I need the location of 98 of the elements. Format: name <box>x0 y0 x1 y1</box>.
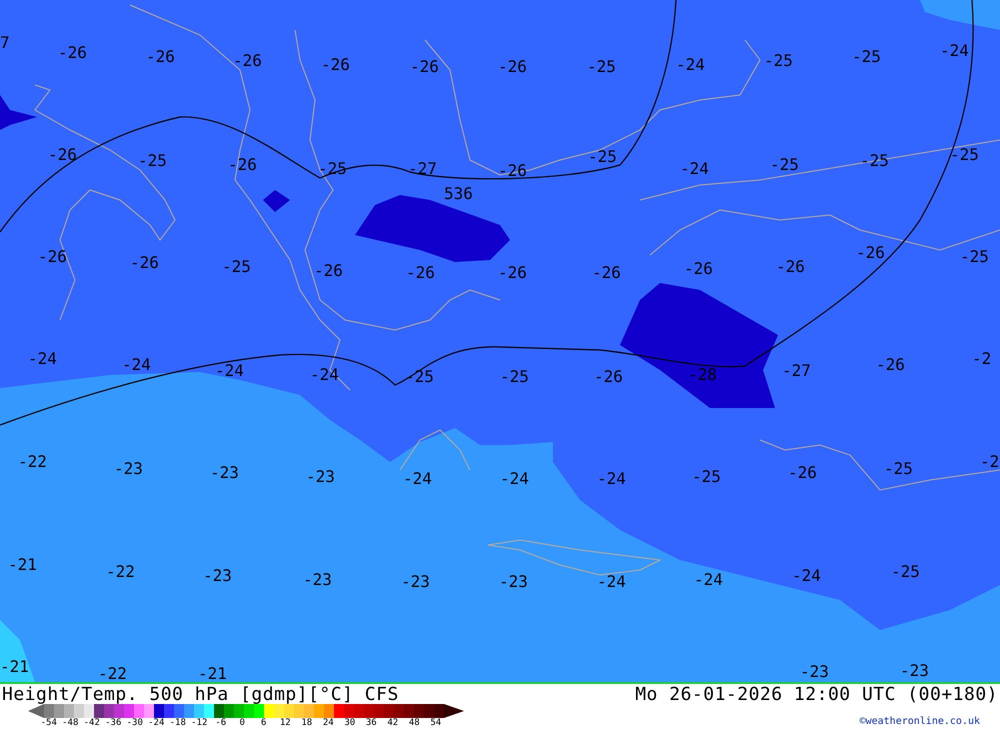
temperature-label: -26 <box>406 264 435 282</box>
temperature-label: -25 <box>960 248 989 266</box>
temperature-label: -2 <box>972 350 992 368</box>
temperature-label: -27 <box>782 362 811 380</box>
credit-link[interactable]: ©weatheronline.co.uk <box>860 716 980 727</box>
scale-tick-label: -24 <box>147 718 166 728</box>
temperature-label: -26 <box>684 260 713 278</box>
temperature-label: -26 <box>38 248 67 266</box>
temperature-label: -24 <box>215 362 244 380</box>
temperature-label: -25 <box>500 368 529 386</box>
temperature-label: -24 <box>500 470 529 488</box>
cold-region <box>0 95 37 130</box>
temperature-label: 7 <box>0 34 10 52</box>
temperature-label: -26 <box>876 356 905 374</box>
temperature-label: -24 <box>403 470 432 488</box>
scale-tick-label: -42 <box>82 718 101 728</box>
temperature-label: -22 <box>18 453 47 471</box>
scale-tick-label: -6 <box>214 718 228 728</box>
temperature-label: -21 <box>0 658 29 676</box>
temperature-label: -24 <box>676 56 705 74</box>
scale-tick-label: 48 <box>408 718 421 728</box>
scale-tick-label: 18 <box>300 718 314 728</box>
scale-tick-label: 6 <box>260 718 268 728</box>
scale-tick-label: -12 <box>190 718 208 728</box>
scale-arrow-icon <box>444 704 464 718</box>
temperature-label: -26 <box>498 162 527 180</box>
temperature-label: -26 <box>498 264 527 282</box>
temperature-label: -25 <box>588 148 617 166</box>
valid-time: Mo 26-01-2026 12:00 UTC (00+180) <box>635 684 998 704</box>
scale-tick-label: -36 <box>104 718 122 728</box>
temperature-label: -24 <box>122 356 151 374</box>
temperature-label: -25 <box>222 258 251 276</box>
temperature-label: -23 <box>401 573 430 591</box>
contour-label: 536 <box>444 185 473 203</box>
temperature-label: -24 <box>680 160 709 178</box>
temperature-label: -26 <box>592 264 621 282</box>
map-title: Height/Temp. 500 hPa [gdmp][°C] CFS <box>2 684 399 704</box>
temperature-label: -2 <box>980 453 1000 471</box>
temperature-label: -23 <box>306 468 335 486</box>
temperature-label: -25 <box>587 58 616 76</box>
temperature-label: -25 <box>884 460 913 478</box>
temperature-label: -24 <box>28 350 57 368</box>
temperature-label: -26 <box>58 44 87 62</box>
temperature-label: -22 <box>106 563 135 581</box>
scale-tick-label: 0 <box>238 718 246 728</box>
temperature-label: -26 <box>498 58 527 76</box>
scale-tick-label: -18 <box>168 718 187 728</box>
temperature-label: -26 <box>314 262 343 280</box>
temperature-label: -25 <box>405 368 434 386</box>
temperature-label: -26 <box>48 146 77 164</box>
temperature-label: -26 <box>130 254 159 272</box>
temperature-label: -25 <box>891 563 920 581</box>
temperature-label: -26 <box>594 368 623 386</box>
temperature-label: -24 <box>940 42 969 60</box>
scale-tick-label: -48 <box>61 718 80 728</box>
temperature-label: -25 <box>950 146 979 164</box>
temperature-label: -23 <box>203 567 232 585</box>
temperature-label: -23 <box>114 460 143 478</box>
temperature-label: -25 <box>764 52 793 70</box>
temperature-label: -26 <box>146 48 175 66</box>
scale-arrow-icon <box>28 704 44 718</box>
temperature-label: -24 <box>597 573 626 591</box>
scale-tick-label: 12 <box>278 718 292 728</box>
temperature-label: -26 <box>321 56 350 74</box>
scale-tick-label: 42 <box>386 718 400 728</box>
temperature-label: -26 <box>788 464 817 482</box>
temperature-label: -24 <box>597 470 626 488</box>
temperature-label: -23 <box>499 573 528 591</box>
temperature-label: -25 <box>770 156 799 174</box>
scale-tick-label: 30 <box>343 718 356 728</box>
temperature-label: -25 <box>852 48 881 66</box>
edge-region <box>0 620 35 682</box>
temperature-label: -26 <box>410 58 439 76</box>
temperature-label: -23 <box>303 571 332 589</box>
temperature-label: -26 <box>228 156 257 174</box>
temperature-label: -24 <box>792 567 821 585</box>
temperature-label: -26 <box>776 258 805 276</box>
temperature-label: -23 <box>900 662 929 680</box>
temperature-label: -21 <box>198 665 227 682</box>
scale-tick-label: -54 <box>40 718 58 728</box>
scale-tick-label: -30 <box>126 718 144 728</box>
temperature-label: -24 <box>694 571 723 589</box>
temperature-label: -26 <box>233 52 262 70</box>
temperature-label: -23 <box>800 663 829 681</box>
temperature-label: -25 <box>860 152 889 170</box>
scale-tick-label: 36 <box>364 718 378 728</box>
temperature-label: -22 <box>98 665 127 682</box>
temperature-label: -27 <box>408 160 437 178</box>
temperature-label: -25 <box>138 152 167 170</box>
scale-tick-label: 54 <box>429 718 442 728</box>
temperature-label: -28 <box>688 366 717 384</box>
temperature-label: -24 <box>310 366 339 384</box>
cold-region <box>263 190 290 212</box>
scale-tick-label: 24 <box>322 718 335 728</box>
temperature-label: -21 <box>8 556 37 574</box>
temperature-label: -25 <box>692 468 721 486</box>
temperature-label: -26 <box>856 244 885 262</box>
temperature-label: -23 <box>210 464 239 482</box>
